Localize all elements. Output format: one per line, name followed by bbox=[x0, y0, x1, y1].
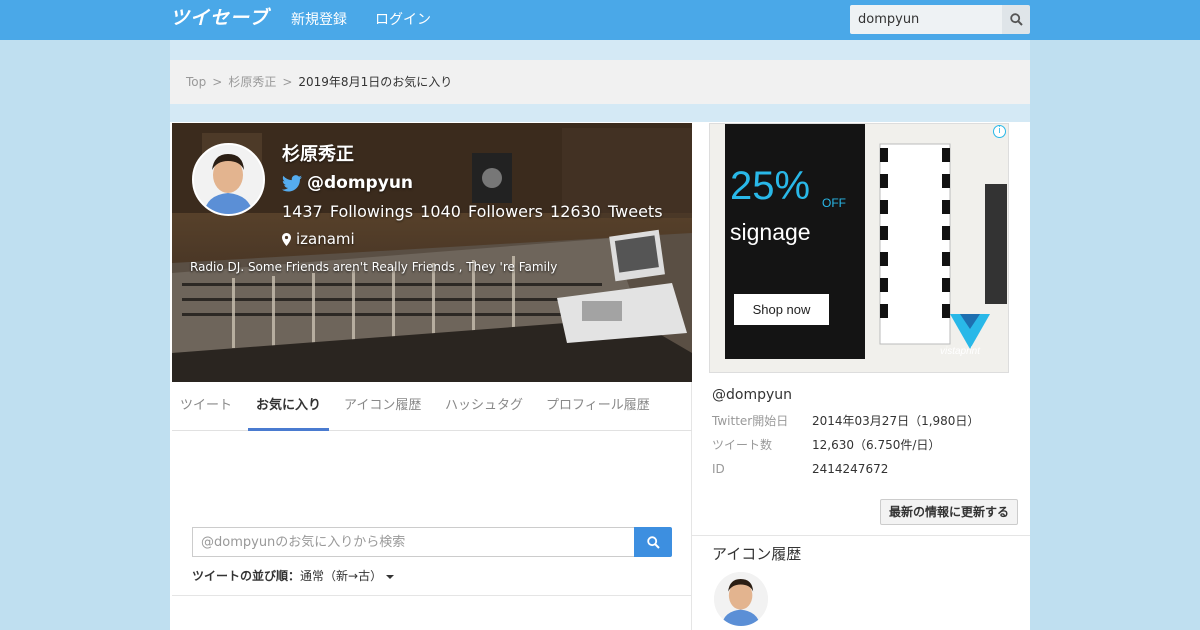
ad-brand: vistaprint bbox=[940, 346, 981, 357]
followers-label: Followers bbox=[467, 202, 543, 221]
info-key: ツイート数 bbox=[712, 438, 773, 452]
update-info-button[interactable]: 最新の情報に更新する bbox=[880, 499, 1018, 525]
top-navbar: ツイセーブ 新規登録 ログイン bbox=[0, 0, 1200, 40]
profile-handle: @dompyun bbox=[307, 173, 414, 193]
profile-handle-row: @dompyun bbox=[282, 171, 413, 195]
info-key: ID bbox=[712, 462, 725, 476]
favorites-search-input[interactable] bbox=[192, 527, 635, 557]
profile-avatar[interactable] bbox=[192, 143, 265, 216]
sort-value: 通常（新→古） bbox=[300, 569, 383, 583]
tab-icon-history[interactable]: アイコン履歴 bbox=[336, 382, 429, 431]
profile-stats: 1437 Followings 1040 Followers 12630 Twe… bbox=[282, 201, 663, 223]
info-value: 2014年03月27日（1,980日） bbox=[812, 414, 980, 428]
breadcrumb-separator: > bbox=[282, 75, 293, 89]
account-handle: @dompyun bbox=[712, 387, 793, 403]
ad-info-icon[interactable]: i bbox=[993, 125, 1006, 138]
info-value: 12,630（6.750件/日） bbox=[812, 438, 941, 452]
profile-tabs: ツイート お気に入り アイコン履歴 ハッシュタグ プロフィール履歴 bbox=[172, 382, 692, 431]
favorites-search-button[interactable] bbox=[634, 527, 672, 557]
icon-history-avatar[interactable] bbox=[714, 572, 768, 626]
advertisement[interactable]: 25% OFF signage Shop now vistaprint i bbox=[709, 123, 1009, 373]
info-key: Twitter開始日 bbox=[712, 414, 789, 428]
divider bbox=[692, 535, 1030, 536]
tab-favorites[interactable]: お気に入り bbox=[248, 382, 330, 431]
ad-off: OFF bbox=[822, 196, 846, 210]
page-container: Top > 杉原秀正 >2019年8月1日のお気に入り 杉原秀正 @dompyu… bbox=[170, 40, 1030, 630]
avatar-image bbox=[714, 572, 768, 626]
tab-tweets[interactable]: ツイート bbox=[172, 382, 240, 431]
breadcrumb-user[interactable]: 杉原秀正 bbox=[228, 75, 276, 89]
location-text: izanami bbox=[296, 230, 355, 248]
followers-count: 1040 bbox=[420, 202, 461, 221]
profile-location: izanami bbox=[282, 228, 355, 250]
main-content: 杉原秀正 @dompyun 1437 Followings 1040 Follo… bbox=[170, 122, 1030, 630]
chevron-down-icon bbox=[386, 574, 395, 579]
profile-bio: Radio DJ. Some Friends aren't Really Fri… bbox=[190, 260, 558, 274]
divider bbox=[172, 595, 692, 596]
left-column: 杉原秀正 @dompyun 1437 Followings 1040 Follo… bbox=[172, 123, 692, 630]
twitter-bird-icon bbox=[282, 174, 302, 191]
site-logo[interactable]: ツイセーブ bbox=[170, 8, 269, 30]
followings-label: Followings bbox=[329, 202, 414, 221]
right-column: 25% OFF signage Shop now vistaprint i @d… bbox=[692, 122, 1030, 630]
ad-percent: 25% bbox=[730, 164, 811, 208]
followings-count: 1437 bbox=[282, 202, 323, 221]
search-icon bbox=[1009, 13, 1023, 26]
profile-name: 杉原秀正 bbox=[282, 144, 354, 165]
info-value: 2414247672 bbox=[812, 462, 889, 476]
register-link[interactable]: 新規登録 bbox=[291, 11, 347, 29]
breadcrumb: Top > 杉原秀正 >2019年8月1日のお気に入り bbox=[170, 60, 1030, 104]
ad-shop-now-button[interactable]: Shop now bbox=[734, 294, 829, 325]
tweets-label: Tweets bbox=[608, 202, 663, 221]
ad-headline: signage bbox=[730, 219, 811, 245]
tab-hashtags[interactable]: ハッシュタグ bbox=[437, 382, 531, 431]
avatar-image bbox=[194, 145, 263, 214]
login-link[interactable]: ログイン bbox=[375, 11, 431, 29]
tab-profile-history[interactable]: プロフィール履歴 bbox=[538, 382, 658, 431]
icon-history-title: アイコン履歴 bbox=[712, 545, 802, 563]
map-pin-icon bbox=[282, 232, 291, 246]
breadcrumb-current: 2019年8月1日のお気に入り bbox=[298, 75, 453, 89]
sort-label: ツイートの並び順： bbox=[192, 569, 301, 583]
tweets-count: 12630 bbox=[550, 202, 601, 221]
profile-cover: 杉原秀正 @dompyun 1437 Followings 1040 Follo… bbox=[172, 123, 692, 382]
breadcrumb-separator: > bbox=[212, 75, 223, 89]
header-search-input[interactable] bbox=[850, 5, 1002, 34]
search-icon bbox=[646, 535, 660, 549]
sort-order[interactable]: ツイートの並び順：通常（新→古） bbox=[192, 566, 395, 586]
header-search-button[interactable] bbox=[1002, 5, 1030, 34]
breadcrumb-top[interactable]: Top bbox=[186, 75, 206, 89]
